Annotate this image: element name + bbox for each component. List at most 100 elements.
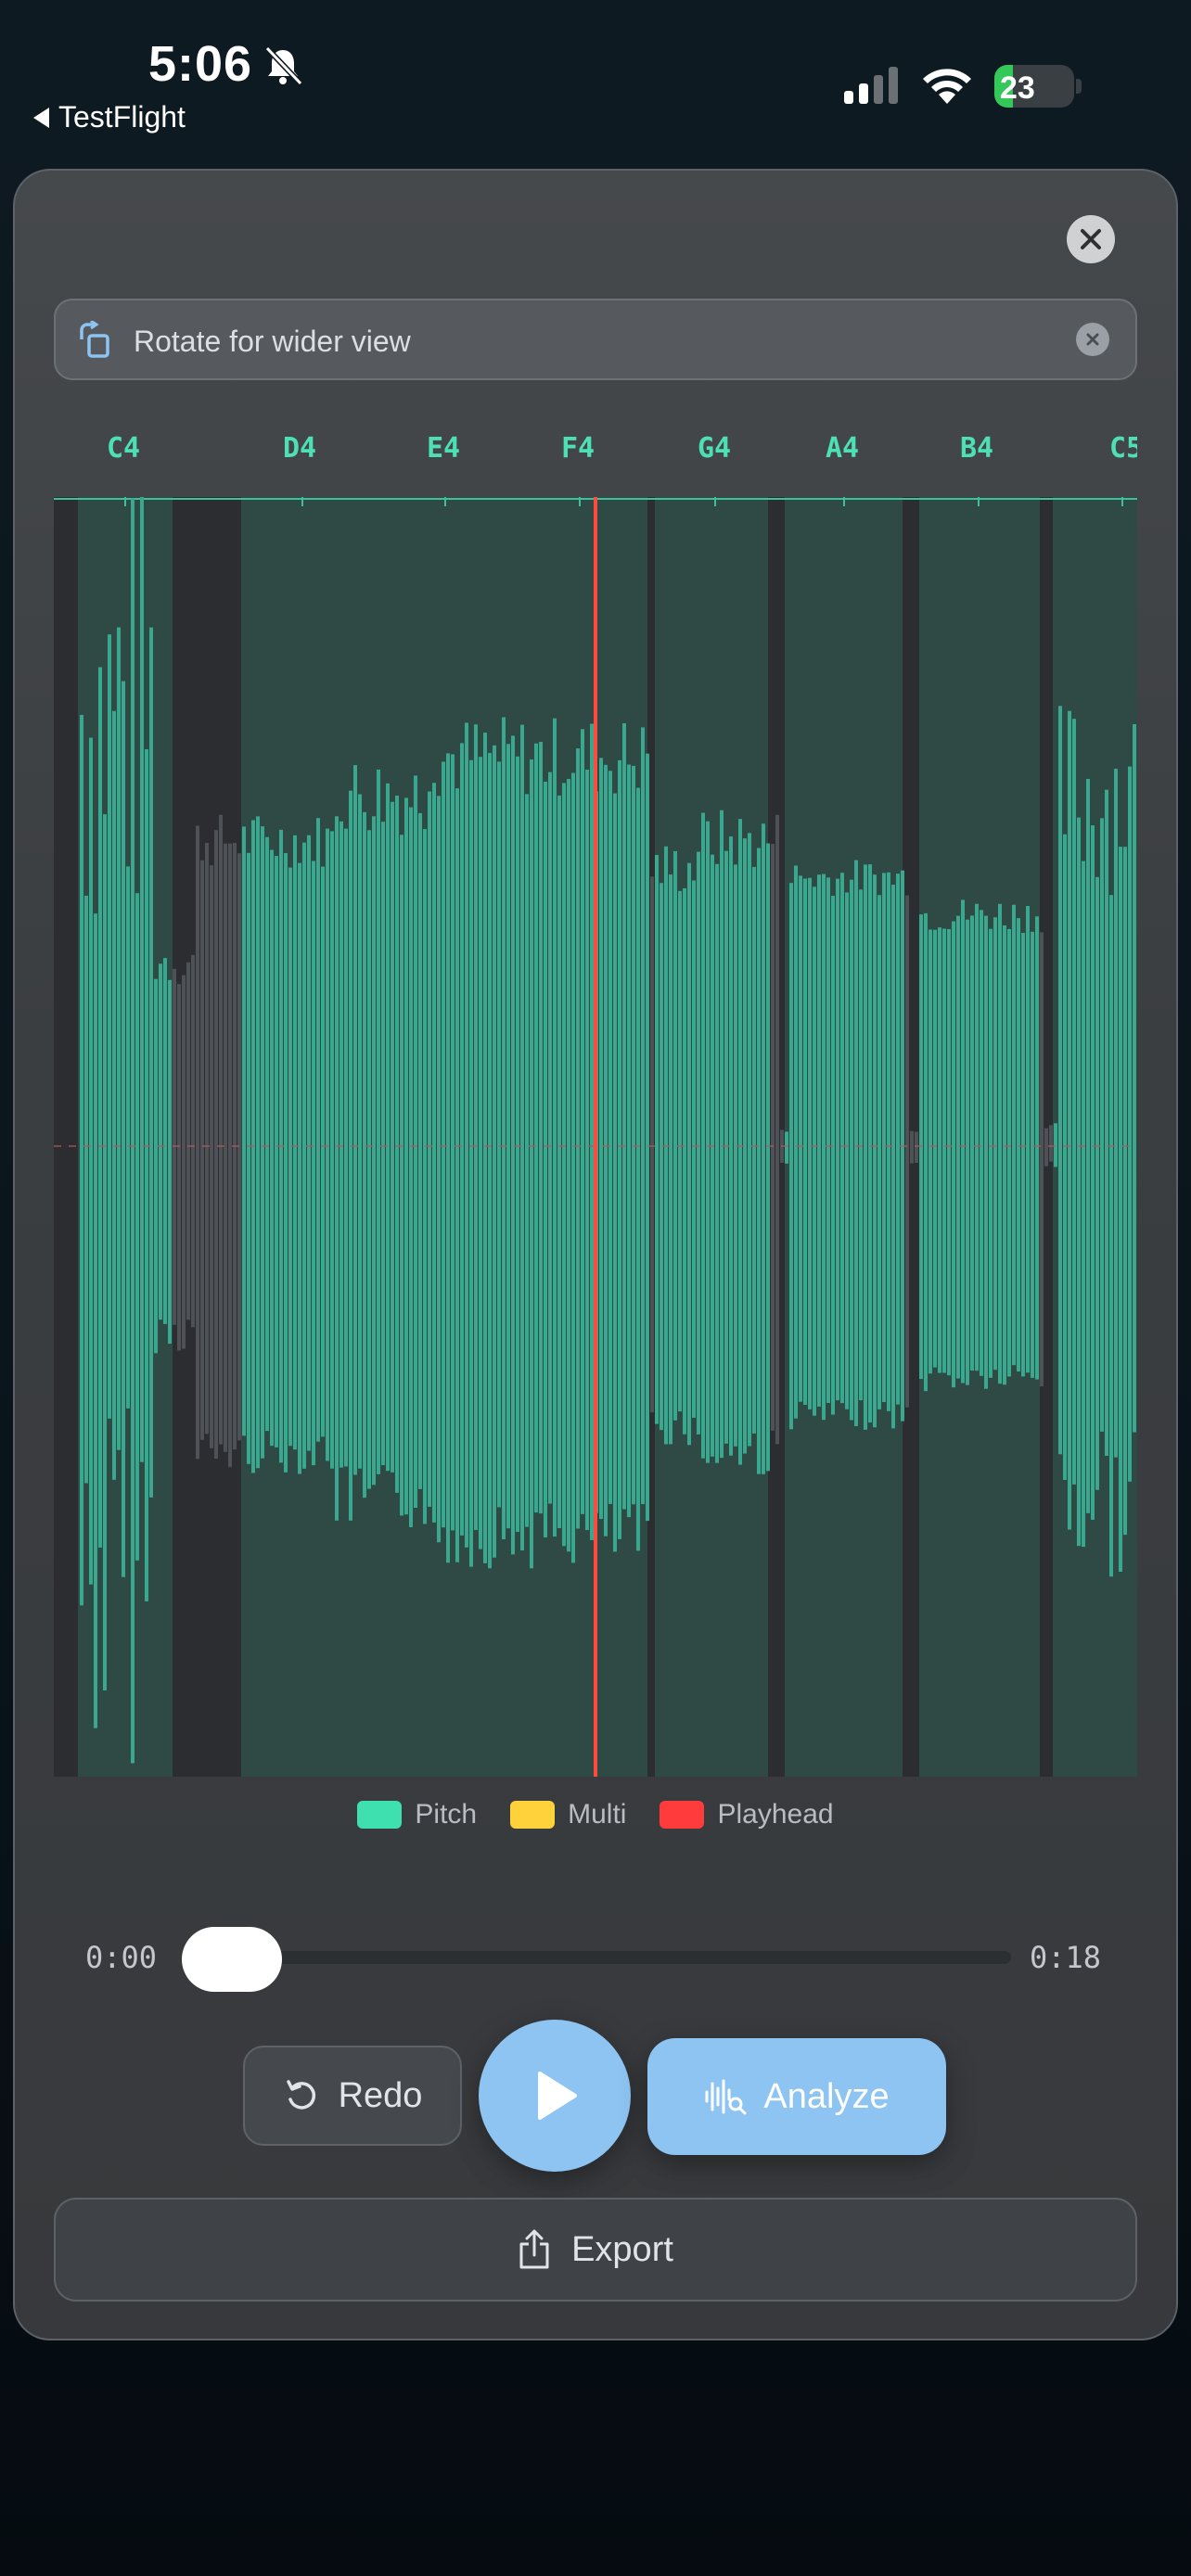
waveform-bar bbox=[321, 866, 325, 1437]
waveform-bar bbox=[358, 794, 362, 1469]
waveform-bar bbox=[451, 754, 455, 1531]
waveform-bar bbox=[683, 887, 686, 1435]
waveform-bar bbox=[887, 872, 890, 1411]
waveform-bar bbox=[692, 880, 696, 1418]
waveform-bar bbox=[256, 816, 260, 1469]
waveform-bar bbox=[432, 783, 436, 1523]
waveform-bar bbox=[446, 753, 450, 1563]
waveform-bar bbox=[140, 497, 144, 1462]
waveform-bar bbox=[428, 791, 431, 1507]
waveform-bar bbox=[738, 819, 742, 1465]
waveform-bar bbox=[1133, 723, 1136, 1433]
waveform-bar bbox=[205, 842, 209, 1435]
waveform-bar bbox=[622, 722, 626, 1510]
waveform-bar bbox=[942, 928, 946, 1373]
waveform-bar bbox=[117, 627, 121, 1450]
playback-slider-thumb[interactable] bbox=[182, 1927, 282, 1992]
legend-label-pitch: Pitch bbox=[415, 1799, 478, 1830]
close-icon bbox=[1081, 229, 1101, 249]
analyze-button[interactable]: Analyze bbox=[647, 2038, 946, 2155]
pitch-waveform[interactable] bbox=[54, 497, 1137, 1777]
bell-slash-icon bbox=[264, 45, 303, 86]
waveform-bar bbox=[1012, 904, 1016, 1366]
waveform-bar bbox=[1072, 719, 1076, 1485]
redo-button[interactable]: Redo bbox=[243, 2046, 462, 2146]
dismiss-banner-button[interactable] bbox=[1076, 323, 1109, 356]
waveform-bar bbox=[363, 811, 366, 1498]
waveform-bar bbox=[270, 849, 274, 1447]
close-button[interactable] bbox=[1067, 215, 1115, 263]
waveform-bar bbox=[84, 895, 88, 1484]
waveform-bar bbox=[330, 831, 334, 1469]
waveform-bar bbox=[581, 729, 584, 1514]
waveform-bar bbox=[998, 903, 1002, 1384]
waveform-bar bbox=[757, 848, 761, 1474]
waveform-bar bbox=[479, 757, 482, 1549]
waveform-bar bbox=[1114, 769, 1118, 1458]
waveform-bar bbox=[845, 892, 849, 1409]
waveform-bar bbox=[697, 851, 700, 1435]
note-label-c5: C5 bbox=[1109, 432, 1137, 465]
note-label-d4: D4 bbox=[283, 432, 317, 465]
cellular-signal-icon bbox=[844, 67, 898, 104]
waveform-bar bbox=[302, 842, 306, 1469]
waveform-bar bbox=[660, 883, 663, 1431]
waveform-bar bbox=[224, 843, 227, 1452]
waveform-bar bbox=[534, 743, 538, 1513]
waveform-bar bbox=[673, 850, 677, 1421]
back-label: TestFlight bbox=[58, 100, 186, 134]
waveform-bar bbox=[604, 764, 608, 1537]
waveform-bar bbox=[646, 753, 649, 1522]
waveform-bar bbox=[1068, 710, 1071, 1530]
waveform-bar bbox=[924, 912, 928, 1392]
waveform-bar bbox=[1017, 918, 1020, 1372]
waveform-bar bbox=[961, 899, 965, 1384]
waveform-bar bbox=[344, 828, 348, 1467]
waveform-bar bbox=[636, 787, 640, 1551]
waveform-bar bbox=[905, 895, 909, 1408]
waveform-bar bbox=[933, 929, 937, 1368]
waveform-bar bbox=[562, 783, 566, 1547]
waveform-bar bbox=[265, 836, 269, 1432]
export-button[interactable]: Export bbox=[54, 2198, 1137, 2302]
legend-label-multi: Multi bbox=[568, 1799, 627, 1830]
waveform-bar bbox=[126, 866, 130, 1409]
waveform-bar bbox=[1031, 931, 1034, 1378]
play-button[interactable] bbox=[479, 2020, 631, 2172]
waveform-bar bbox=[163, 958, 167, 1324]
waveform-bar bbox=[915, 1131, 918, 1164]
redo-icon bbox=[286, 2080, 315, 2110]
waveform-bar bbox=[1123, 847, 1127, 1536]
waveform-bar bbox=[1105, 789, 1108, 1457]
note-label-g4: G4 bbox=[698, 432, 732, 465]
waveform-bar bbox=[316, 818, 320, 1442]
waveform-bar bbox=[548, 772, 552, 1504]
waveform-bar bbox=[506, 744, 510, 1529]
waveform-bar bbox=[516, 756, 519, 1532]
waveform-bar bbox=[98, 667, 102, 1548]
waveform-bar bbox=[381, 822, 385, 1466]
waveform-bar bbox=[544, 781, 547, 1537]
waveform-bar bbox=[1086, 778, 1090, 1513]
waveform-bar bbox=[339, 821, 343, 1468]
waveform-bar bbox=[122, 681, 125, 1577]
waveform-bar bbox=[794, 865, 798, 1419]
back-to-testflight[interactable]: TestFlight bbox=[33, 100, 186, 134]
waveform-bar bbox=[298, 862, 301, 1474]
waveform-bar bbox=[455, 788, 459, 1562]
waveform-bar bbox=[219, 814, 223, 1445]
playback-slider-track[interactable] bbox=[186, 1951, 1011, 1964]
waveform-bar bbox=[956, 915, 960, 1379]
waveform-bar bbox=[1021, 932, 1025, 1377]
waveform-bar bbox=[404, 797, 408, 1515]
waveform-bar bbox=[1063, 834, 1067, 1480]
waveform-bar bbox=[553, 718, 557, 1537]
waveform-bar bbox=[613, 793, 617, 1552]
waveform-bar bbox=[557, 795, 561, 1529]
waveform-bar bbox=[247, 852, 250, 1464]
waveform-bar bbox=[94, 913, 97, 1728]
waveform-bar bbox=[840, 873, 844, 1404]
note-label-c4: C4 bbox=[107, 432, 141, 465]
waveform-bar bbox=[214, 830, 218, 1460]
waveform-bar bbox=[720, 810, 724, 1459]
